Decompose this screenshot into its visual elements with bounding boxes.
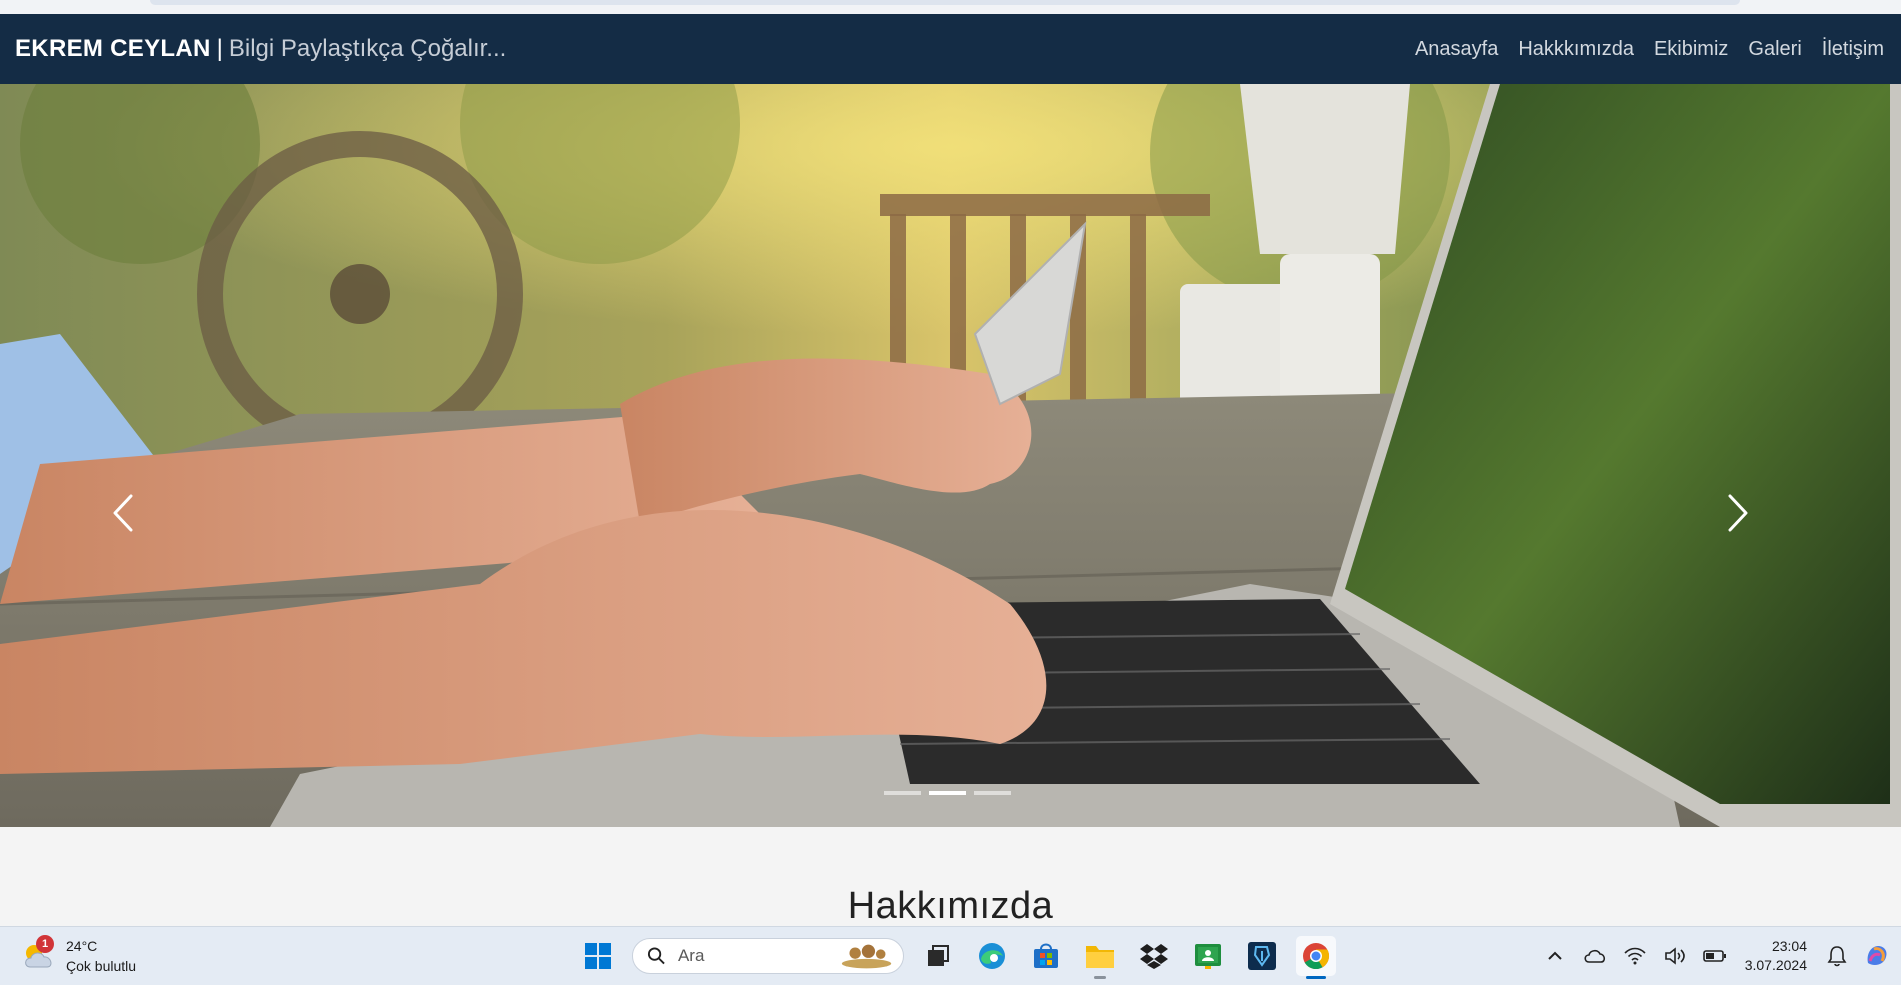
bell-icon — [1827, 946, 1847, 967]
battery-icon — [1702, 950, 1726, 962]
weather-temperature: 24°C — [66, 938, 98, 954]
weather-widget[interactable]: 1 24°C Çok bulutlu — [22, 935, 136, 977]
battery-button[interactable] — [1701, 942, 1729, 970]
edge-button[interactable] — [972, 936, 1012, 976]
brand-tagline: Bilgi Paylaştıkça Çoğalır... — [228, 35, 507, 62]
taskbar-clock[interactable]: 23:04 3.07.2024 — [1741, 937, 1811, 975]
clock-date: 3.07.2024 — [1744, 957, 1807, 973]
store-icon — [1034, 943, 1058, 968]
wifi-icon — [1624, 947, 1646, 965]
carousel-indicators — [884, 791, 1011, 795]
wifi-button[interactable] — [1621, 942, 1649, 970]
chevron-right-icon — [1728, 494, 1748, 532]
browser-frame-edge — [0, 0, 1901, 14]
app-button[interactable] — [1242, 936, 1282, 976]
store-button[interactable] — [1026, 936, 1066, 976]
site-brand[interactable]: EKREM CEYLAN | Bilgi Paylaştıkça Çoğalır… — [15, 14, 506, 84]
cloud-icon — [1584, 949, 1605, 963]
carousel-indicator[interactable] — [884, 791, 921, 795]
task-view-icon — [928, 945, 949, 966]
carousel-slide-image — [0, 84, 1901, 827]
running-indicator — [1094, 976, 1106, 979]
dropbox-icon — [1140, 944, 1168, 969]
carousel-indicator-active[interactable] — [929, 791, 966, 795]
classroom-icon — [1195, 944, 1221, 969]
dropbox-button[interactable] — [1134, 936, 1174, 976]
windows-taskbar: 1 24°C Çok bulutlu Ara 23:04 3.07.2024 — [0, 926, 1901, 985]
nav-menu: Anasayfa Hakkkımızda Ekibimiz Galeri İle… — [1415, 14, 1884, 84]
active-indicator — [1306, 976, 1326, 979]
tray-overflow-button[interactable] — [1541, 942, 1569, 970]
brand-name: EKREM CEYLAN — [15, 35, 211, 62]
weather-badge: 1 — [36, 935, 54, 953]
section-title-hakkimizda: Hakkımızda — [847, 885, 1054, 927]
copilot-button[interactable] — [1863, 942, 1891, 970]
hero-carousel — [0, 84, 1901, 827]
carousel-prev-button[interactable] — [112, 494, 172, 574]
search-input[interactable] — [675, 945, 830, 967]
volume-button[interactable] — [1661, 942, 1689, 970]
chevron-up-icon — [1547, 951, 1562, 960]
clock-time: 23:04 — [1771, 938, 1807, 954]
windows-logo-icon — [585, 943, 611, 969]
system-tray: 23:04 3.07.2024 — [1541, 935, 1891, 977]
nav-link-galeri[interactable]: Galeri — [1748, 38, 1801, 61]
browser-tab-edge — [150, 0, 1740, 5]
edge-icon — [979, 943, 1005, 969]
weather-condition: Çok bulutlu — [66, 958, 137, 974]
speaker-icon — [1664, 947, 1685, 965]
nav-link-ekibimiz[interactable]: Ekibimiz — [1654, 38, 1728, 61]
nav-link-anasayfa[interactable]: Anasayfa — [1415, 38, 1498, 61]
chrome-button[interactable] — [1296, 936, 1336, 979]
brand-separator: | — [216, 35, 223, 62]
cloud-sun-icon: 1 — [22, 935, 58, 971]
task-view-button[interactable] — [918, 936, 958, 976]
nav-link-hakkimizda[interactable]: Hakkkımızda — [1518, 38, 1634, 61]
app-icon — [1248, 942, 1276, 970]
classroom-button[interactable] — [1188, 936, 1228, 976]
search-icon — [647, 947, 665, 965]
onedrive-button[interactable] — [1581, 942, 1609, 970]
copilot-icon — [1867, 946, 1887, 965]
taskbar-apps — [578, 935, 1336, 979]
file-explorer-button[interactable] — [1080, 936, 1120, 979]
chevron-left-icon — [113, 494, 133, 532]
taskbar-search[interactable] — [632, 938, 904, 974]
site-navbar: EKREM CEYLAN | Bilgi Paylaştıkça Çoğalır… — [0, 14, 1901, 84]
carousel-next-button[interactable] — [1727, 494, 1787, 574]
search-highlight-icon — [841, 944, 892, 969]
nav-link-iletisim[interactable]: İletişim — [1822, 38, 1884, 61]
notifications-button[interactable] — [1823, 942, 1851, 970]
chrome-icon — [1303, 943, 1330, 970]
folder-icon — [1086, 946, 1114, 968]
start-button[interactable] — [578, 936, 618, 976]
carousel-indicator[interactable] — [974, 791, 1011, 795]
